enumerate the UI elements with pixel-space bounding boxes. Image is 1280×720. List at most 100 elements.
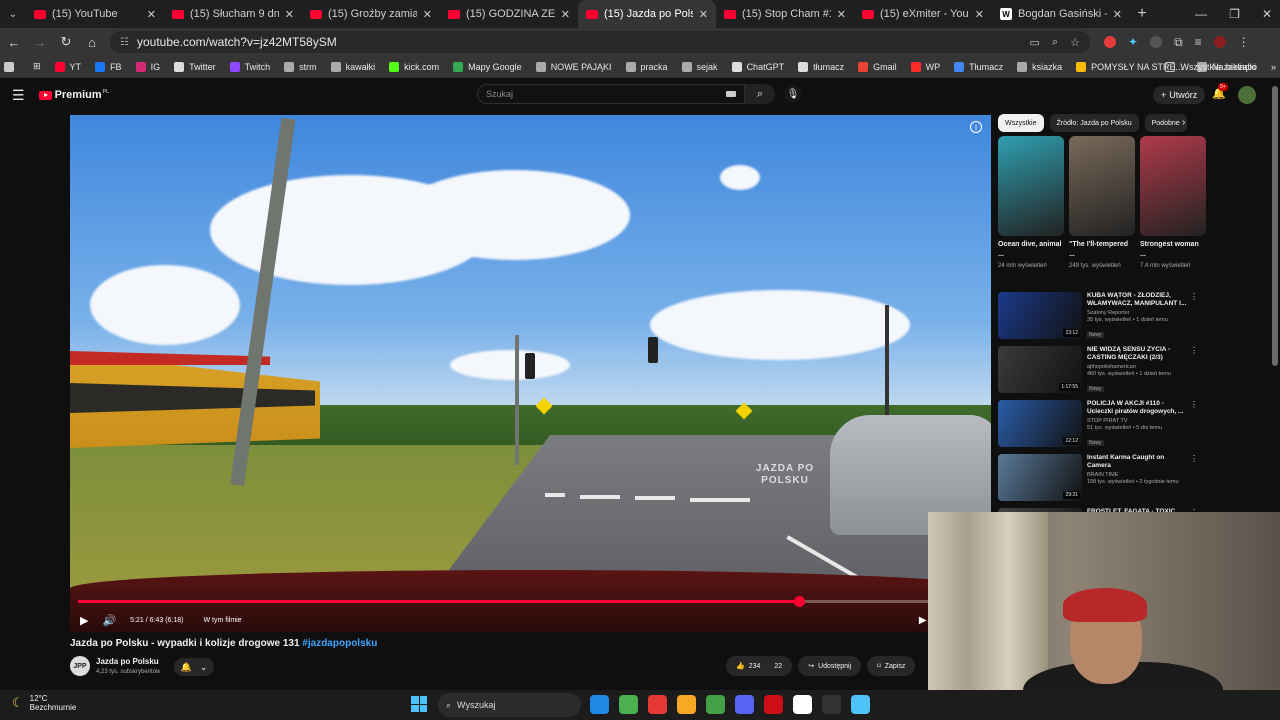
media-icon[interactable]: ≡ (1195, 35, 1202, 49)
close-tab-icon[interactable]: ✕ (561, 8, 570, 21)
bookmark-item[interactable]: sejak (681, 61, 718, 72)
save-button[interactable]: ⌑ Zapisz (867, 656, 916, 676)
more-options-icon[interactable]: ⋮ (1190, 454, 1198, 508)
like-button[interactable]: 👍 234 22 (726, 656, 793, 676)
recommended-video[interactable]: 29:31 Instant Karma Caught on Camera BRAIN… (998, 454, 1198, 508)
reload-icon[interactable]: ↻ (54, 34, 78, 50)
volume-icon[interactable]: 🔊 (102, 614, 116, 627)
short-title[interactable]: Strongest woman ... (1140, 240, 1206, 262)
cast-icon[interactable]: ▭ (1030, 36, 1040, 49)
video-title[interactable]: NIE WIDZĄ SENSU ŻYCIA - CASTING MĘCZAKI … (1087, 346, 1188, 362)
apps-grid-icon[interactable]: ⊞ (33, 61, 41, 72)
bookmark-item[interactable]: FB (95, 61, 122, 72)
omnibox[interactable]: ☷ youtube.com/watch?v=jz42MT58ySM ▭ ⌕ ☆ (110, 31, 1090, 53)
close-tab-icon[interactable]: ✕ (1113, 8, 1122, 21)
chevron-right-icon[interactable]: › (1182, 117, 1185, 128)
short-item[interactable]: Strongest woman ... 7,4 mln wyświetleń (1140, 136, 1206, 270)
filter-chip[interactable]: Podobne (1144, 114, 1187, 132)
bookmark-item[interactable]: IG (135, 61, 160, 72)
progress-scrubber[interactable] (794, 596, 806, 607)
record-extension-icon[interactable] (1104, 36, 1116, 48)
channel-name[interactable]: Szalony Reporter (1087, 310, 1188, 316)
video-thumbnail[interactable]: 12:12 (998, 400, 1082, 447)
bookmark-item[interactable]: ChatGPT (731, 61, 784, 72)
browser-tab[interactable]: (15) eXmiter - YouTube ✕ (854, 0, 992, 28)
bookmark-item[interactable]: tłumacz (798, 61, 844, 72)
video-player[interactable]: JAZDA PO POLSKU i ▶ 🔊 5:21 / 6:43 (6:18)… (70, 115, 991, 632)
home-icon[interactable]: ⌂ (80, 35, 104, 50)
filter-chip[interactable]: Wszystkie (998, 114, 1044, 132)
taskbar-app-icon[interactable] (851, 695, 870, 714)
extensions-puzzle-icon[interactable]: ⧉ (1174, 35, 1183, 50)
bookmark-item[interactable]: kawałki (330, 61, 375, 72)
video-title[interactable]: POLICJA W AKCJI #110 - Ucieczki piratów … (1087, 400, 1188, 416)
video-title[interactable]: KUBA WĄTOR - ZŁODZIEJ, WŁAMYWACZ, MANIPU… (1087, 292, 1188, 308)
video-thumbnail[interactable]: 29:31 (998, 454, 1082, 501)
browser-tab[interactable]: (15) Groźby zamiast rozm ✕ (302, 0, 440, 28)
bookmark-item[interactable]: WP (910, 61, 940, 72)
taskbar-app-icon[interactable] (793, 695, 812, 714)
forward-icon[interactable]: → (28, 35, 52, 50)
more-options-icon[interactable]: ⋮ (1190, 346, 1198, 400)
recommended-video[interactable]: 13:12 KUBA WĄTOR - ZŁODZIEJ, WŁAMYWACZ, M… (998, 292, 1198, 346)
video-title[interactable]: Instant Karma Caught on Camera (1087, 454, 1188, 470)
short-title[interactable]: "The I'll-tempered ... (1069, 240, 1135, 262)
close-tab-icon[interactable]: ✕ (147, 8, 156, 21)
bookmark-item[interactable]: ksiazka (1017, 61, 1062, 72)
minimize-icon[interactable]: — (1195, 7, 1207, 21)
bookmark-item[interactable]: YT (54, 61, 81, 72)
info-icon[interactable]: i (970, 121, 982, 133)
profile-icon[interactable] (1213, 36, 1226, 48)
bookmark-item[interactable]: Twitter (174, 61, 216, 72)
short-thumbnail[interactable] (998, 136, 1064, 236)
taskbar-app-icon[interactable] (648, 695, 667, 714)
search-button[interactable]: ⌕ (745, 84, 775, 104)
progress-bar[interactable] (78, 596, 983, 607)
short-thumbnail[interactable] (1069, 136, 1135, 236)
taskbar-app-icon[interactable] (764, 695, 783, 714)
close-window-icon[interactable]: ✕ (1262, 7, 1272, 21)
hamburger-menu-icon[interactable]: ☰ (12, 87, 25, 104)
taskbar-app-icon[interactable] (677, 695, 696, 714)
url-text[interactable]: youtube.com/watch?v=jz42MT58ySM (137, 35, 1030, 49)
notifications-button[interactable]: 🔔 9+ (1212, 83, 1228, 100)
bookmark-item[interactable]: Tłumacz (954, 61, 1003, 72)
tab-search-button[interactable]: ⌄ (0, 0, 26, 28)
autoplay-icon[interactable]: ▶ (919, 615, 927, 626)
channel-name[interactable]: ajthepolishamerican (1087, 364, 1188, 370)
filter-chip[interactable]: Źródło: Jazda po Polsku (1049, 114, 1139, 132)
taskbar-app-icon[interactable] (735, 695, 754, 714)
video-thumbnail[interactable]: 13:12 (998, 292, 1082, 339)
create-button[interactable]: + Utwórz (1153, 86, 1206, 104)
browser-tab[interactable]: (15) GODZINA ZERO #18 ✕ (440, 0, 578, 28)
taskbar-app-icon[interactable] (822, 695, 841, 714)
video-thumbnail[interactable]: 1:17:55 (998, 346, 1082, 393)
bookmark-item[interactable]: Gmail (858, 61, 897, 72)
bookmark-item[interactable]: pracka (625, 61, 668, 72)
channel-name[interactable]: Jazda po Polsku (96, 657, 159, 666)
bookmark-item[interactable]: strm (284, 61, 317, 72)
play-icon[interactable]: ▶ (80, 614, 88, 627)
taskbar-app-icon[interactable] (590, 695, 609, 714)
channel-avatar[interactable]: JPP (70, 656, 90, 676)
youtube-premium-logo[interactable]: Premium PL (38, 89, 109, 101)
channel-name[interactable]: STOP PIRAT TV (1087, 418, 1188, 424)
more-options-icon[interactable]: ⋮ (1190, 400, 1198, 454)
site-info-icon[interactable]: ☷ (120, 37, 129, 48)
extension-icon[interactable] (1150, 36, 1163, 48)
zoom-icon[interactable]: ⌕ (1052, 36, 1058, 49)
keyboard-icon[interactable] (726, 91, 736, 97)
share-button[interactable]: ↪ Udostępnij (798, 656, 862, 676)
page-scrollbar[interactable] (1272, 86, 1278, 366)
short-item[interactable]: "The I'll-tempered ... 249 tys. wyświetle… (1069, 136, 1135, 270)
all-bookmarks-folder[interactable]: Wszystkie zakładki (1165, 62, 1256, 72)
restore-icon[interactable]: ❐ (1229, 7, 1240, 21)
browser-tab[interactable]: (15) Stop Cham #1437 - N ✕ (716, 0, 854, 28)
browser-tab[interactable]: (15) Jazda po Polsku - wy ✕ (578, 0, 716, 28)
search-input[interactable]: Szukaj (477, 84, 745, 104)
channel-name[interactable]: BRAIN TIME (1087, 472, 1188, 478)
browser-tab[interactable]: (15) Słucham 9 dni dissu ✕ (164, 0, 302, 28)
close-tab-icon[interactable]: ✕ (285, 8, 294, 21)
bookmark-item[interactable]: NOWE PAJĄKI (535, 61, 612, 72)
subscription-bell-button[interactable]: 🔔 ⌄ (174, 658, 214, 676)
